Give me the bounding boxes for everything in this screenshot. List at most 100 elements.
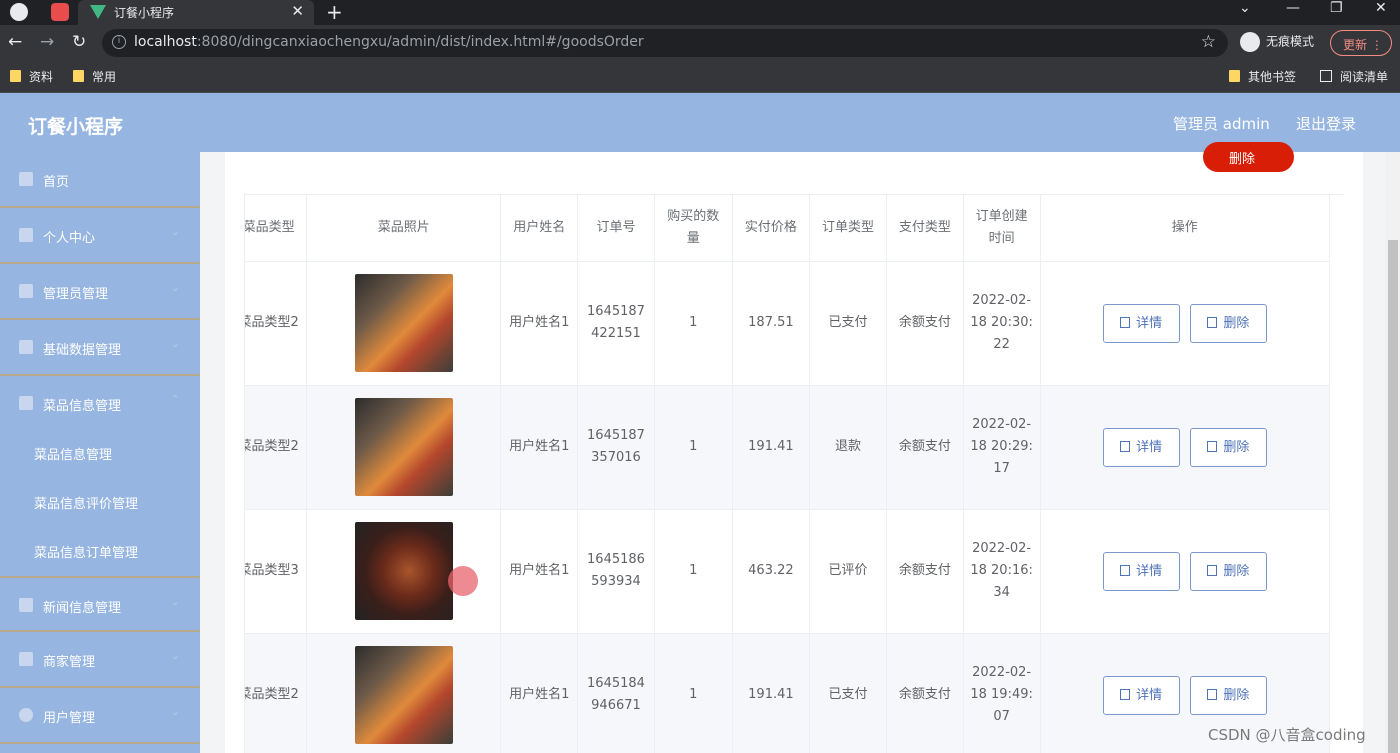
dish-photo[interactable] <box>354 274 453 372</box>
admin-icon <box>19 284 33 298</box>
detail-button[interactable]: 详情 <box>1102 303 1180 343</box>
delete-button[interactable]: 删除 <box>1189 675 1267 715</box>
sidebar-item-admin[interactable]: 管理员管理 ⌄ <box>0 264 200 320</box>
sidebar-item-users[interactable]: 用户管理 ⌄ <box>0 688 200 744</box>
close-window-icon[interactable]: ✕ <box>1375 0 1387 16</box>
table-row[interactable]: 菜品类型2 用户姓名1 1645187422151 1 187.51 已支付 余… <box>245 261 1331 386</box>
cell-price: 463.22 <box>732 509 811 634</box>
table-row[interactable]: 菜品类型3 用户姓名1 1645186593934 1 463.22 已评价 余… <box>245 509 1331 634</box>
site-favicon[interactable] <box>51 3 69 21</box>
chevron-up-icon: ⌃ <box>170 393 180 406</box>
cell-order-type: 已支付 <box>809 261 887 386</box>
cell-qty: 1 <box>654 261 733 386</box>
header-cell[interactable]: 订单类型 <box>809 195 887 262</box>
bookmark-star-icon[interactable]: ☆ <box>1201 32 1216 52</box>
tab-search-icon[interactable]: ⌄ <box>1239 0 1251 16</box>
dish-photo[interactable] <box>354 398 453 496</box>
url-bar[interactable]: i localhost:8080/dingcanxiaochengxu/admi… <box>102 29 1228 57</box>
sidebar-item-profile[interactable]: 个人中心 ⌄ <box>0 208 200 264</box>
reload-icon[interactable]: ↻ <box>72 32 86 52</box>
sidebar-subitem-dish-order[interactable]: 菜品信息订单管理 <box>34 542 138 561</box>
new-tab-button[interactable]: + <box>326 0 343 24</box>
detail-button[interactable]: 详情 <box>1102 551 1180 591</box>
cell-order-no: 1645187357016 <box>577 385 655 510</box>
incognito-indicator[interactable]: 无痕模式 <box>1240 32 1314 52</box>
incognito-icon <box>1240 32 1260 52</box>
data-icon <box>19 340 33 354</box>
cell-created: 2022-02-18 19:49:07 <box>963 633 1041 753</box>
sidebar-item-home[interactable]: 首页 <box>0 152 200 208</box>
delete-button[interactable]: 删除 <box>1189 427 1267 467</box>
order-table: 菜品类型 菜品照片 用户姓名 订单号 购买的数量 实付价格 订单类型 支付类型 … <box>244 194 1344 753</box>
other-bookmarks[interactable]: 其他书签 <box>1229 68 1296 85</box>
document-icon <box>1120 440 1131 452</box>
batch-delete-button[interactable]: 删除 <box>1203 142 1294 172</box>
admin-label: 管理员 admin <box>1173 115 1270 133</box>
site-info-icon[interactable]: i <box>112 35 126 49</box>
header-cell[interactable]: 订单创建时间 <box>963 195 1041 262</box>
sidebar-item-news[interactable]: 新闻信息管理 ⌄ <box>0 576 200 632</box>
table-row[interactable]: 菜品类型2 用户姓名1 1645187357016 1 191.41 退款 余额… <box>245 385 1331 510</box>
delete-button[interactable]: 删除 <box>1189 551 1267 591</box>
header-cell[interactable]: 购买的数量 <box>654 195 733 262</box>
bookmark-folder-1[interactable]: 资料 <box>10 68 53 85</box>
header-cell[interactable]: 菜品类型 <box>245 195 308 262</box>
cell-dish-photo <box>306 633 502 753</box>
cell-qty: 1 <box>654 633 733 753</box>
bookmarks-bar: 资料 常用 其他书签 阅读清单 <box>0 61 1400 93</box>
mouse-cursor-highlight <box>448 566 478 596</box>
table-row[interactable]: 菜品类型2 用户姓名1 1645184946671 1 191.41 已支付 余… <box>245 633 1331 753</box>
users-icon <box>19 708 33 722</box>
chevron-down-icon: ⌄ <box>170 337 180 350</box>
header-cell[interactable]: 实付价格 <box>732 195 811 262</box>
cell-user: 用户姓名1 <box>500 509 579 634</box>
sidebar-subitem-dish-review[interactable]: 菜品信息评价管理 <box>34 493 138 512</box>
trash-icon <box>1207 564 1218 576</box>
cell-price: 191.41 <box>732 385 811 510</box>
sidebar-subitem-dish-info[interactable]: 菜品信息管理 <box>34 444 112 463</box>
header-cell[interactable]: 菜品照片 <box>306 195 502 262</box>
cell-pay-type: 余额支付 <box>886 633 964 753</box>
reading-list[interactable]: 阅读清单 <box>1320 68 1388 85</box>
cell-created: 2022-02-18 20:30:22 <box>963 261 1041 386</box>
sidebar-item-basedata[interactable]: 基础数据管理 ⌄ <box>0 320 200 376</box>
user-icon <box>19 228 33 242</box>
detail-button[interactable]: 详情 <box>1102 675 1180 715</box>
header-cell: 操作 <box>1040 195 1331 262</box>
header-cell[interactable]: 支付类型 <box>886 195 964 262</box>
cell-qty: 1 <box>654 385 733 510</box>
minimize-icon[interactable]: — <box>1286 0 1300 16</box>
cell-dish-type: 菜品类型2 <box>245 261 308 386</box>
header-cell[interactable]: 用户姓名 <box>500 195 579 262</box>
dish-photo[interactable] <box>354 522 453 620</box>
sidebar-item-shop[interactable]: 商家管理 ⌄ <box>0 632 200 688</box>
cell-user: 用户姓名1 <box>500 261 579 386</box>
chevron-down-icon: ⌄ <box>170 225 180 238</box>
forward-icon[interactable]: → <box>40 32 54 52</box>
folder-icon <box>10 70 21 82</box>
browser-tab-active[interactable]: 订餐小程序 ✕ <box>78 0 314 25</box>
detail-button[interactable]: 详情 <box>1102 427 1180 467</box>
trash-icon <box>1207 316 1218 328</box>
back-icon[interactable]: ← <box>8 32 22 52</box>
header-cell[interactable]: 订单号 <box>577 195 655 262</box>
delete-button[interactable]: 删除 <box>1189 303 1267 343</box>
trash-icon <box>1207 688 1218 700</box>
logout-link[interactable]: 退出登录 <box>1296 113 1356 134</box>
document-icon <box>1120 688 1131 700</box>
dish-photo[interactable] <box>354 646 453 744</box>
sidebar-item-dish[interactable]: 菜品信息管理 ⌃ <box>0 376 200 432</box>
restore-icon[interactable]: ❐ <box>1330 0 1343 16</box>
news-icon <box>19 598 33 612</box>
cell-dish-type: 菜品类型2 <box>245 385 308 510</box>
scrollbar-thumb[interactable] <box>1388 240 1398 753</box>
reading-list-icon <box>1320 70 1332 82</box>
watermark: CSDN @八音盒coding <box>1208 726 1366 744</box>
folder-icon <box>73 70 84 82</box>
url-text[interactable]: localhost:8080/dingcanxiaochengxu/admin/… <box>134 34 644 50</box>
tab-close-icon[interactable]: ✕ <box>291 2 304 20</box>
update-button[interactable]: 更新 ⋮ <box>1330 30 1392 56</box>
bookmark-folder-2[interactable]: 常用 <box>73 68 116 85</box>
cell-order-no: 1645186593934 <box>577 509 655 634</box>
dish-icon <box>19 396 33 410</box>
